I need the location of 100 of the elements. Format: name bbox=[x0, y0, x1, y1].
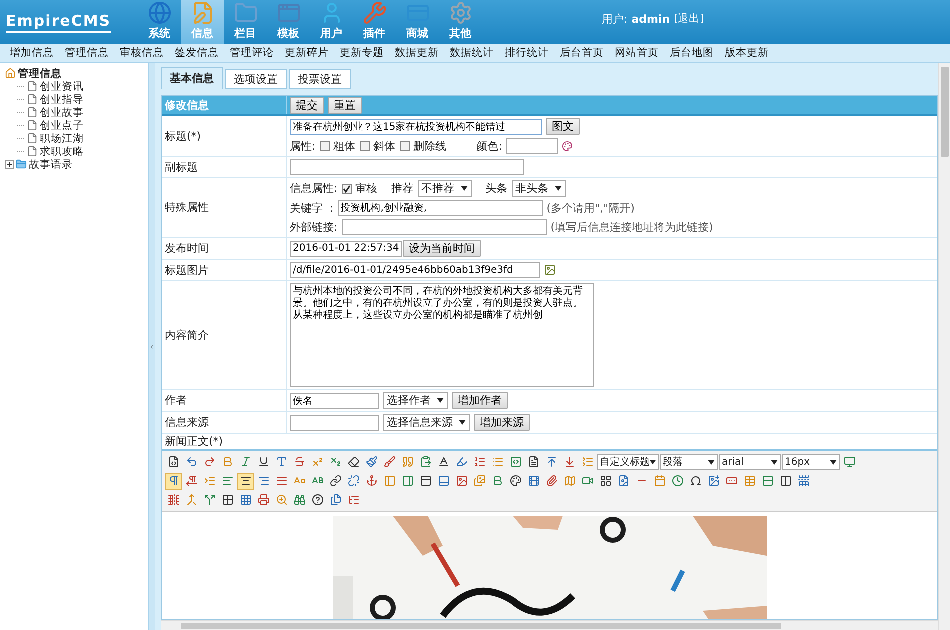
align-justify-icon bbox=[276, 475, 288, 487]
caret-icon bbox=[650, 460, 656, 464]
float-right-icon bbox=[402, 475, 414, 487]
form-title: 修改信息 bbox=[165, 98, 209, 112]
submenu-link[interactable]: 管理信息 bbox=[65, 46, 109, 60]
checkbox[interactable] bbox=[400, 141, 410, 151]
horizontal-scrollbar[interactable] bbox=[161, 620, 938, 630]
nav-tab[interactable]: 模板 bbox=[267, 0, 310, 44]
image-text-button[interactable]: 图文 bbox=[546, 118, 580, 135]
submenu-link[interactable]: 审核信息 bbox=[120, 46, 164, 60]
color-picker-icon[interactable] bbox=[562, 140, 574, 152]
color-input[interactable] bbox=[506, 138, 558, 154]
unlink-icon bbox=[348, 475, 360, 487]
submenu-link[interactable]: 版本更新 bbox=[725, 46, 769, 60]
submenu-link[interactable]: 管理评论 bbox=[230, 46, 274, 60]
nav-tab[interactable]: 系统 bbox=[138, 0, 181, 44]
submenu-link[interactable]: 增加信息 bbox=[10, 46, 54, 60]
add-author-button[interactable]: 增加作者 bbox=[452, 392, 508, 409]
align-left-icon bbox=[222, 475, 234, 487]
add-source-button[interactable]: 增加来源 bbox=[474, 414, 530, 431]
source-input[interactable] bbox=[290, 414, 379, 430]
form-button[interactable]: 提交 bbox=[290, 96, 324, 114]
tree-item[interactable]: 故事语录 bbox=[29, 158, 73, 172]
submenu-link[interactable]: 排行统计 bbox=[505, 46, 549, 60]
submenu-link[interactable]: 数据统计 bbox=[450, 46, 494, 60]
submenu-link[interactable]: 更新碎片 bbox=[285, 46, 329, 60]
editor-select[interactable]: arial bbox=[719, 454, 781, 470]
tree-item[interactable]: 管理信息 bbox=[18, 66, 62, 80]
checkbox-label: 粗体 bbox=[334, 138, 356, 154]
logo: EmpireCMS bbox=[6, 12, 112, 32]
editor-select[interactable]: 段落 bbox=[660, 454, 718, 470]
subtitle-input[interactable] bbox=[290, 159, 524, 175]
grid-icon bbox=[240, 494, 252, 506]
rows-icon bbox=[762, 475, 774, 487]
align-center-button[interactable] bbox=[237, 472, 254, 490]
tree-item[interactable]: 创业指导 bbox=[40, 92, 84, 106]
submenu-link[interactable]: 签发信息 bbox=[175, 46, 219, 60]
nav-tab[interactable]: 栏目 bbox=[224, 0, 267, 44]
globe-icon bbox=[148, 1, 172, 25]
tree-item[interactable]: 创业资讯 bbox=[40, 80, 84, 94]
checkbox[interactable] bbox=[342, 184, 352, 194]
summary-textarea[interactable]: 与杭州本地的投资公司不同，在杭的外地投资机构大多都有美元背景。他们之中，有的在杭州设立了办公室，有的则是投资人驻点。从某种程度上，这些设立办公室的机构都是瞄准了杭州创 bbox=[290, 283, 594, 387]
recommend-select[interactable]: 不推荐 bbox=[418, 180, 472, 197]
editor-select[interactable]: 自定义标题 bbox=[597, 454, 659, 470]
now-button[interactable]: 设为当前时间 bbox=[403, 240, 481, 257]
image-path-input[interactable]: /d/file/2016-01-01/2495e46bb60ab13f9e3fd bbox=[290, 262, 540, 278]
ltr-icon bbox=[168, 475, 180, 487]
page-icon bbox=[27, 107, 38, 118]
field-label: 新闻正文(*) bbox=[165, 434, 224, 449]
nav-tab[interactable]: 用户 bbox=[310, 0, 353, 44]
submenu-link[interactable]: 更新专题 bbox=[340, 46, 384, 60]
date-input[interactable]: 2016-01-01 22:57:34 bbox=[290, 240, 402, 256]
caret-icon bbox=[554, 186, 562, 191]
checkbox[interactable] bbox=[320, 141, 330, 151]
paperclip-icon bbox=[546, 475, 558, 487]
line-height-icon bbox=[582, 456, 594, 468]
source-select[interactable]: 选择信息来源 bbox=[383, 414, 470, 431]
author-select[interactable]: 选择作者 bbox=[383, 392, 448, 409]
submenu-link[interactable]: 后台地图 bbox=[670, 46, 714, 60]
tree-item[interactable]: 求职攻略 bbox=[40, 144, 84, 158]
nav-tab[interactable]: 其他 bbox=[439, 0, 482, 44]
spacing-bottom-icon bbox=[564, 456, 576, 468]
checkbox-label: 斜体 bbox=[374, 138, 396, 154]
link-input[interactable] bbox=[342, 219, 547, 235]
field-label: 标题(*) bbox=[165, 128, 202, 144]
form-button[interactable]: 重置 bbox=[328, 96, 362, 114]
editor-select[interactable]: 16px bbox=[782, 454, 840, 470]
author-input[interactable]: 佚名 bbox=[290, 392, 379, 408]
merge-icon bbox=[186, 494, 198, 506]
tree-item[interactable]: 创业点子 bbox=[40, 118, 84, 132]
tree-item[interactable]: 创业故事 bbox=[40, 106, 84, 120]
submenu-link[interactable]: 后台首页 bbox=[560, 46, 604, 60]
fullscreen-icon bbox=[844, 456, 856, 468]
tab[interactable]: 基本信息 bbox=[161, 67, 223, 89]
ltr-button[interactable] bbox=[165, 472, 182, 490]
columns-icon bbox=[780, 475, 792, 487]
caret-icon bbox=[830, 460, 837, 464]
submenu-link[interactable]: 网站首页 bbox=[615, 46, 659, 60]
template-icon bbox=[348, 494, 360, 506]
field-label: 发布时间 bbox=[165, 241, 209, 256]
tree-line bbox=[17, 86, 25, 88]
submenu-link[interactable]: 数据更新 bbox=[395, 46, 439, 60]
tab[interactable]: 投票设置 bbox=[289, 69, 351, 89]
nav-tab[interactable]: 商城 bbox=[396, 0, 439, 44]
headline-select[interactable]: 非头条 bbox=[512, 180, 566, 197]
page-icon bbox=[27, 146, 38, 157]
vertical-scrollbar[interactable] bbox=[938, 63, 950, 630]
film-icon bbox=[528, 475, 540, 487]
font-border-icon bbox=[276, 456, 288, 468]
tab[interactable]: 选项设置 bbox=[225, 69, 287, 89]
nav-tab[interactable]: 插件 bbox=[353, 0, 396, 44]
float-bottom-icon bbox=[438, 475, 450, 487]
checkbox[interactable] bbox=[360, 141, 370, 151]
title-input[interactable]: 准备在杭州创业？这15家在杭投资机构不能错过 bbox=[290, 118, 542, 134]
keywords-input[interactable]: 投资机构,创业融资, bbox=[338, 200, 543, 216]
image-picker-icon[interactable] bbox=[544, 264, 556, 276]
page-icon bbox=[528, 456, 540, 468]
expand-toggle[interactable] bbox=[5, 160, 14, 169]
caret-icon bbox=[437, 398, 444, 403]
tree-item[interactable]: 职场江湖 bbox=[40, 132, 84, 146]
